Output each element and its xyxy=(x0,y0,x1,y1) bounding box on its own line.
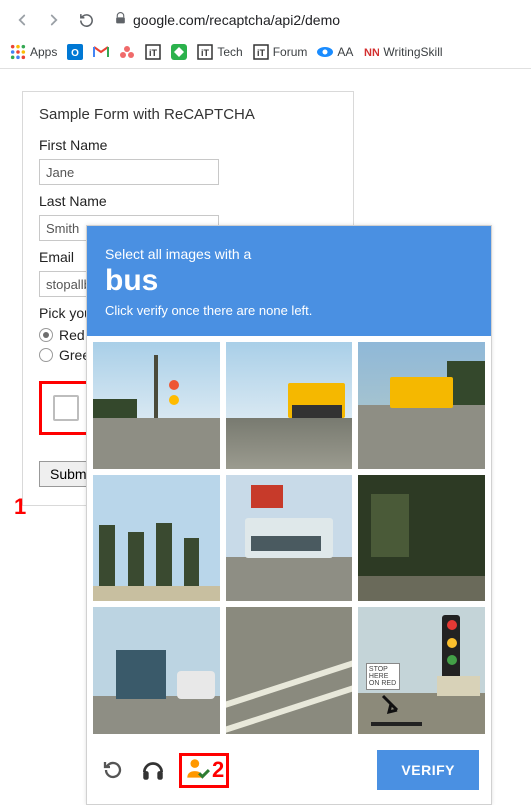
challenge-tile-1[interactable] xyxy=(93,342,220,469)
forward-button[interactable] xyxy=(40,6,68,34)
aa-icon xyxy=(317,44,333,60)
it-icon: iT xyxy=(197,44,213,60)
nn-icon: NN xyxy=(363,44,379,60)
browser-toolbar: google.com/recaptcha/api2/demo xyxy=(0,0,531,40)
it-icon: iT xyxy=(145,44,161,60)
bookmark-aa[interactable]: AA xyxy=(317,44,353,60)
buster-icon xyxy=(184,756,210,785)
gmail-icon xyxy=(93,44,109,60)
bookmark-writing[interactable]: NN WritingSkill xyxy=(363,44,442,60)
svg-text:iT: iT xyxy=(201,48,210,58)
annotation-2: 2 xyxy=(212,757,224,783)
recaptcha-challenge: Select all images with a bus Click verif… xyxy=(86,225,492,805)
form-title: Sample Form with ReCAPTCHA xyxy=(39,106,337,123)
challenge-tile-3[interactable] xyxy=(358,342,485,469)
challenge-header: Select all images with a bus Click verif… xyxy=(87,226,491,336)
bookmark-outlook[interactable]: O xyxy=(67,44,83,60)
radio-label: Red xyxy=(59,327,85,343)
bookmark-label: Apps xyxy=(30,45,57,59)
svg-text:iT: iT xyxy=(149,48,158,58)
challenge-tile-4[interactable] xyxy=(93,475,220,602)
back-button[interactable] xyxy=(8,6,36,34)
stop-sign: STOP HERE ON RED xyxy=(366,663,400,690)
annotation-1: 1 xyxy=(14,494,26,520)
challenge-tile-7[interactable] xyxy=(93,607,220,734)
asana-icon xyxy=(119,44,135,60)
bookmark-feedly[interactable] xyxy=(171,44,187,60)
svg-text:O: O xyxy=(71,48,79,59)
bookmark-tech[interactable]: iT Tech xyxy=(197,44,242,60)
outlook-icon: O xyxy=(67,44,83,60)
feedly-icon xyxy=(171,44,187,60)
first-name-label: First Name xyxy=(39,137,337,153)
bookmarks-bar: Apps O iT iT Tech iT Forum AA NN WritingSki… xyxy=(0,40,531,69)
challenge-tile-2[interactable] xyxy=(226,342,353,469)
reload-button[interactable] xyxy=(72,6,100,34)
address-bar[interactable]: google.com/recaptcha/api2/demo xyxy=(104,6,523,34)
challenge-subtext: Click verify once there are none left. xyxy=(105,303,473,318)
bookmark-apps[interactable]: Apps xyxy=(10,44,57,60)
verify-button[interactable]: VERIFY xyxy=(377,750,479,790)
radio-icon xyxy=(39,348,53,362)
reload-challenge-button[interactable] xyxy=(99,756,127,784)
bookmark-label: Tech xyxy=(217,45,242,59)
bookmark-gmail[interactable] xyxy=(93,44,109,60)
challenge-instruction: Select all images with a xyxy=(105,246,473,262)
challenge-target: bus xyxy=(105,264,473,297)
challenge-tile-6[interactable] xyxy=(358,475,485,602)
apps-icon xyxy=(10,44,26,60)
bookmark-it1[interactable]: iT xyxy=(145,44,161,60)
bookmark-forum[interactable]: iT Forum xyxy=(253,44,308,60)
last-name-label: Last Name xyxy=(39,193,337,209)
bookmark-label: Forum xyxy=(273,45,308,59)
challenge-grid: STOP HERE ON RED xyxy=(87,336,491,740)
lock-icon xyxy=(114,12,127,28)
bookmark-label: AA xyxy=(337,45,353,59)
challenge-tile-8[interactable] xyxy=(226,607,353,734)
challenge-footer: 2 VERIFY xyxy=(87,740,491,804)
challenge-tile-5[interactable] xyxy=(226,475,353,602)
bookmark-asana[interactable] xyxy=(119,44,135,60)
svg-text:iT: iT xyxy=(257,48,266,58)
recaptcha-checkbox[interactable] xyxy=(53,395,79,421)
first-name-input[interactable] xyxy=(39,159,219,185)
radio-icon xyxy=(39,328,53,342)
buster-solver-button[interactable]: 2 xyxy=(179,753,229,788)
it-icon: iT xyxy=(253,44,269,60)
recaptcha-anchor[interactable] xyxy=(39,381,93,435)
bookmark-label: WritingSkill xyxy=(383,45,442,59)
svg-text:NN: NN xyxy=(364,47,379,59)
challenge-tile-9[interactable]: STOP HERE ON RED xyxy=(358,607,485,734)
audio-challenge-button[interactable] xyxy=(139,756,167,784)
url-text: google.com/recaptcha/api2/demo xyxy=(133,12,340,28)
